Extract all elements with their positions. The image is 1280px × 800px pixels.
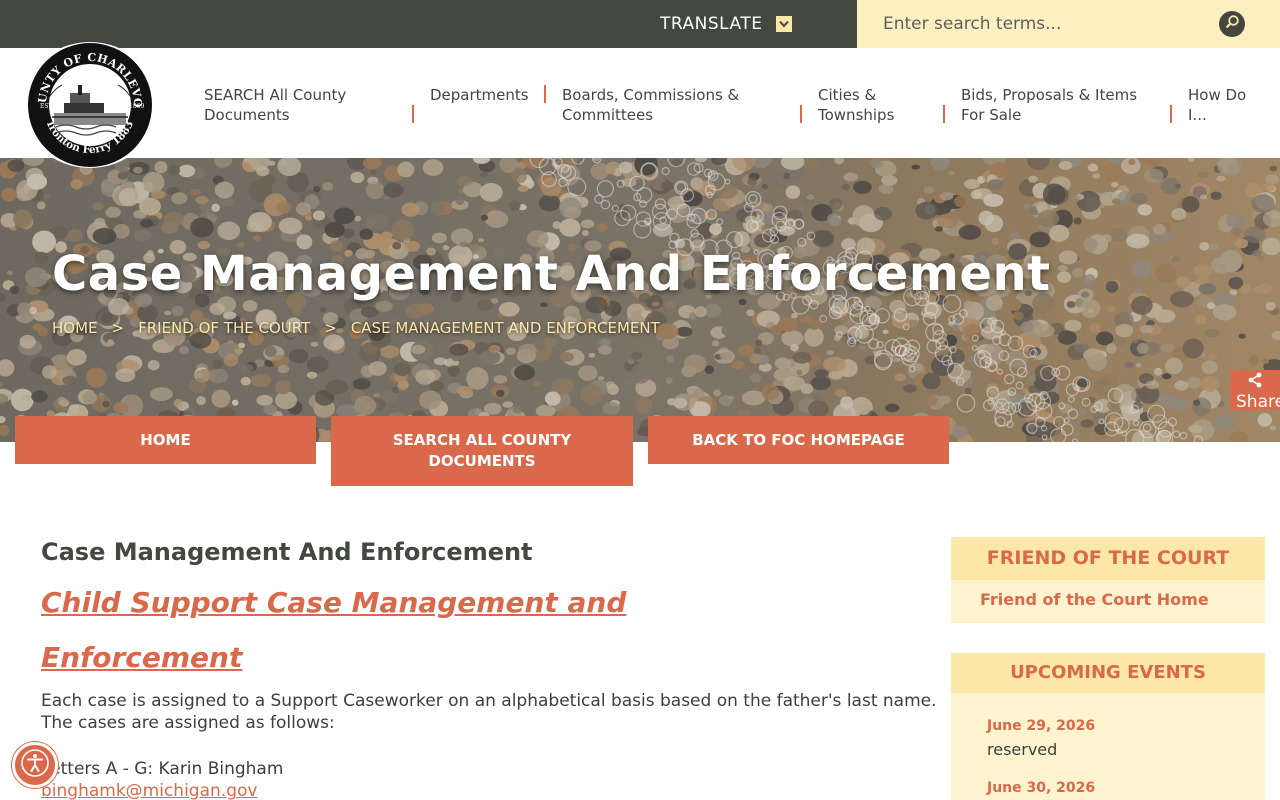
child-support-link[interactable]: Child Support Case Management and Enforc… — [41, 575, 641, 685]
events-sidebar-panel: UPCOMING EVENTS June 29, 2026 reserved J… — [951, 653, 1265, 800]
site-header: COUNTY OF CHARLEVOIX Ironton Ferry 1883 … — [0, 41, 1280, 168]
search-documents-label: DOCUMENTS — [428, 452, 536, 470]
breadcrumb-current: CASE MANAGEMENT AND ENFORCEMENT — [350, 319, 660, 337]
share-button[interactable]: Share — [1230, 370, 1280, 412]
breadcrumb-separator: > — [324, 319, 337, 337]
breadcrumb-friend-of-the-court[interactable]: FRIEND OF THE COURT — [138, 319, 310, 337]
back-to-foc-button[interactable]: BACK TO FOC HOMEPAGE — [648, 416, 949, 464]
home-button-label: HOME — [140, 430, 191, 449]
nav-departments[interactable]: Departments — [430, 85, 529, 105]
events-panel-title: UPCOMING EVENTS — [951, 653, 1265, 693]
share-label: Share — [1236, 392, 1280, 412]
events-list: June 29, 2026 reserved June 30, 2026 — [951, 693, 1265, 800]
translate-button[interactable]: TRANSLATE — [660, 0, 793, 48]
nav-divider — [412, 105, 414, 123]
nav-label: Documents — [204, 106, 290, 124]
search-bar — [857, 0, 1280, 48]
intro-paragraph: Each case is assigned to a Support Casew… — [41, 691, 937, 733]
event-date[interactable]: June 29, 2026 — [987, 718, 1095, 734]
nav-divider — [544, 85, 546, 103]
content-heading: Case Management And Enforcement — [41, 538, 533, 566]
nav-label: SEARCH All County — [204, 86, 347, 104]
translate-label: TRANSLATE — [660, 14, 763, 34]
breadcrumb-separator: > — [111, 319, 125, 337]
nav-bids-proposals[interactable]: Bids, Proposals & Items For Sale — [961, 85, 1137, 125]
nav-label: Boards, Commissions & — [562, 86, 740, 104]
nav-cities-townships[interactable]: Cities & Townships — [818, 85, 894, 125]
home-button[interactable]: HOME — [15, 416, 316, 464]
county-seal-logo[interactable]: COUNTY OF CHARLEVOIX Ironton Ferry 1883 … — [22, 41, 158, 168]
nav-label: I... — [1188, 106, 1207, 124]
page-title: Case Management And Enforcement — [52, 246, 1051, 302]
nav-label: Bids, Proposals & Items — [961, 86, 1138, 104]
foc-home-link[interactable]: Friend of the Court Home — [980, 590, 1209, 609]
nav-label: For Sale — [961, 106, 1022, 124]
nav-divider — [1170, 105, 1172, 123]
nav-search-documents[interactable]: SEARCH All County Documents — [204, 85, 346, 125]
link-text: Enforcement — [41, 641, 243, 674]
foc-sidebar-panel: FRIEND OF THE COURT Friend of the Court … — [951, 537, 1265, 623]
caseworker-assignment: Letters A - G: Karin Bingham — [41, 759, 284, 779]
nav-label: Committees — [562, 106, 654, 124]
search-all-documents-button[interactable]: SEARCH ALL COUNTY DOCUMENTS — [331, 416, 633, 486]
chevron-down-icon — [776, 16, 793, 32]
search-documents-label: SEARCH ALL COUNTY — [392, 431, 572, 449]
event-title[interactable]: reserved — [987, 740, 1057, 759]
seal-year: 1869 — [129, 103, 144, 110]
foc-panel-title: FRIEND OF THE COURT — [951, 537, 1265, 580]
nav-label: Cities & — [818, 86, 877, 104]
nav-label: Departments — [430, 86, 529, 104]
share-icon — [1247, 372, 1263, 392]
nav-boards-commissions[interactable]: Boards, Commissions & Committees — [562, 85, 739, 125]
breadcrumb-home[interactable]: HOME — [52, 319, 98, 337]
event-date[interactable]: June 30, 2026 — [987, 780, 1095, 796]
nav-label: How Do — [1188, 86, 1247, 104]
nav-how-do-i[interactable]: How Do I... — [1188, 85, 1246, 125]
back-to-foc-label: BACK TO FOC HOMEPAGE — [692, 430, 905, 449]
seal-est: EST. — [40, 103, 54, 110]
search-input[interactable] — [857, 0, 1217, 48]
top-bar: TRANSLATE — [0, 0, 1280, 48]
accessibility-icon — [20, 748, 50, 782]
accessibility-button[interactable] — [12, 742, 58, 788]
search-button[interactable] — [1219, 11, 1245, 37]
nav-divider — [800, 105, 802, 123]
nav-label: Townships — [818, 106, 895, 124]
hero-banner: Case Management And Enforcement HOME > F… — [0, 158, 1280, 442]
nav-divider — [943, 105, 945, 123]
breadcrumb: HOME > FRIEND OF THE COURT > CASE MANAGE… — [52, 319, 660, 337]
magnifier-icon — [1224, 14, 1240, 34]
caseworker-email-link[interactable]: binghamk@michigan.gov — [41, 780, 257, 800]
link-text: Child Support Case Management and — [41, 586, 627, 619]
